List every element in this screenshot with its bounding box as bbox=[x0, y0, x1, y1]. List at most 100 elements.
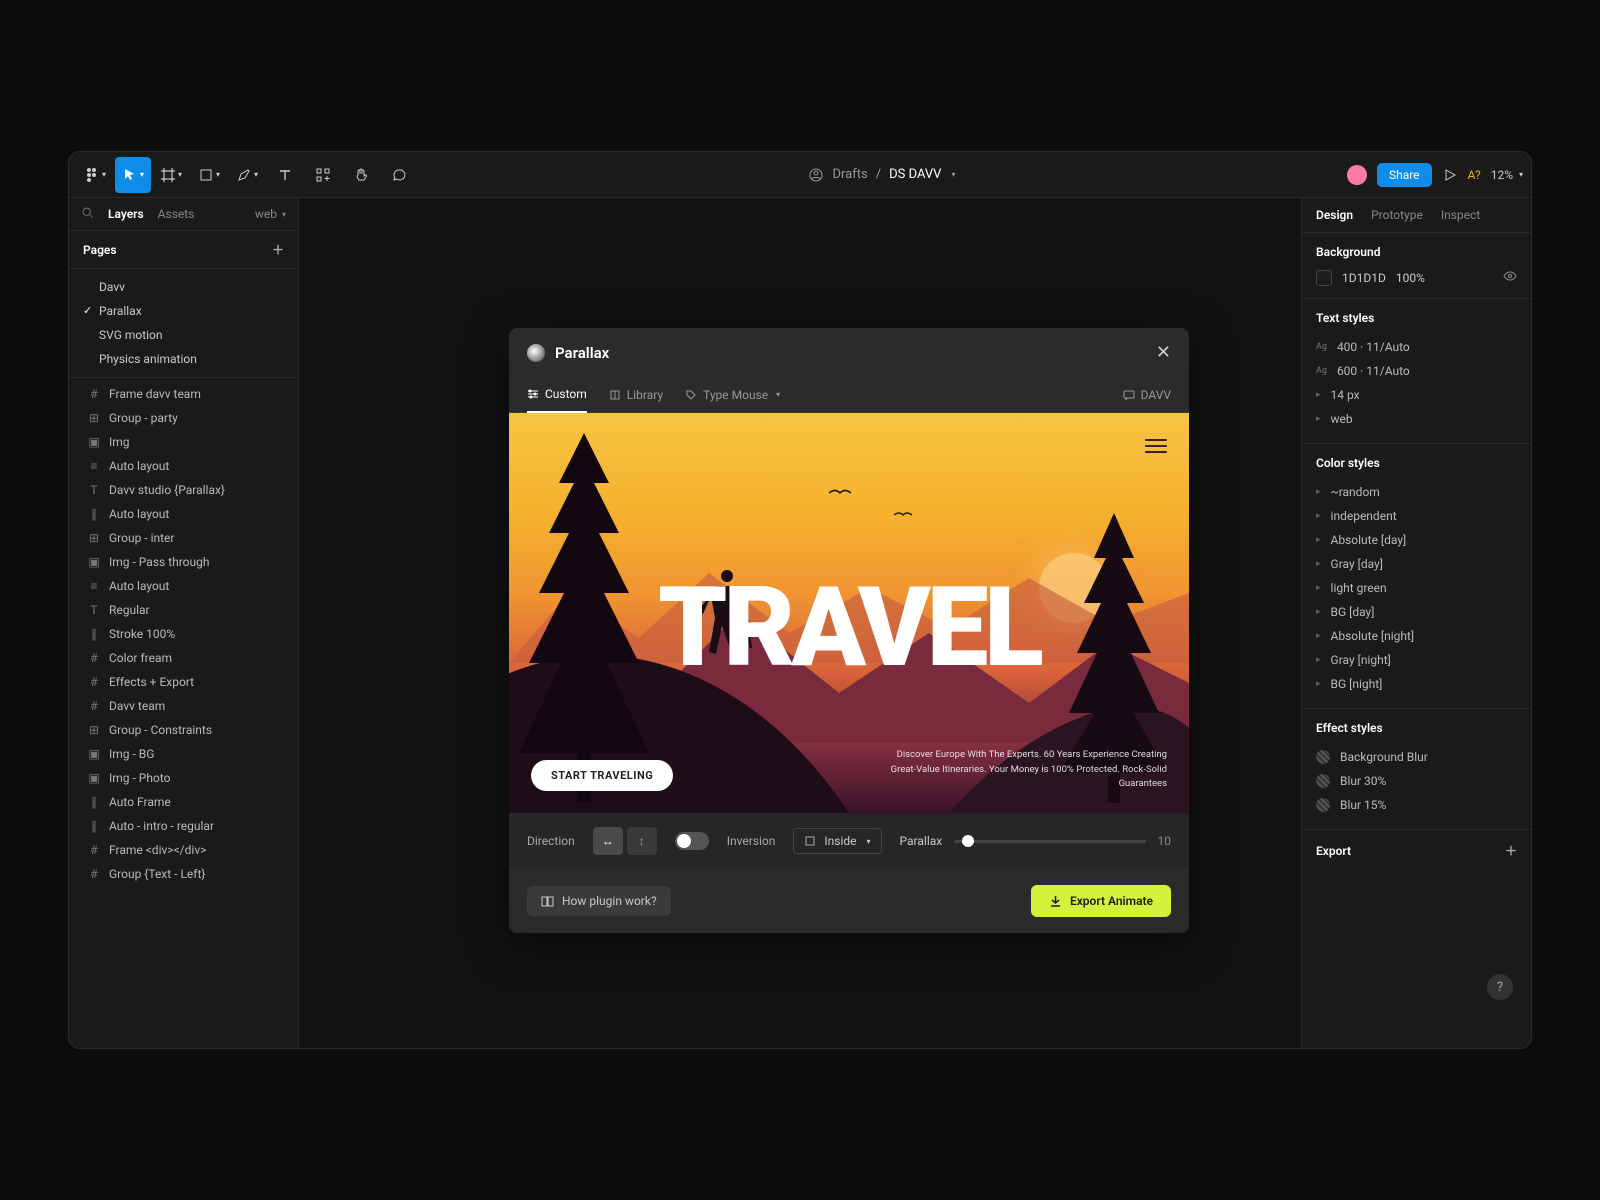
color-style-item[interactable]: ▸ Absolute [night] bbox=[1316, 624, 1517, 648]
color-style-item[interactable]: ▸Gray [night] bbox=[1316, 648, 1517, 672]
layer-item[interactable]: ⊞Group - Constraints bbox=[69, 718, 298, 742]
direction-horizontal-button[interactable]: ↔ bbox=[593, 827, 623, 855]
page-item[interactable]: Parallax bbox=[69, 299, 298, 323]
canvas[interactable]: Parallax ✕ Custom Library Type bbox=[299, 198, 1301, 1048]
frame-tool-button[interactable]: ▾ bbox=[153, 157, 189, 193]
tab-inspect[interactable]: Inspect bbox=[1441, 208, 1480, 222]
direction-vertical-button[interactable]: ↕ bbox=[627, 827, 657, 855]
tab-layers[interactable]: Layers bbox=[108, 207, 144, 221]
page-item[interactable]: Physics animation bbox=[69, 347, 298, 371]
layer-item[interactable]: ▣Img - Pass through bbox=[69, 550, 298, 574]
layer-item[interactable]: TDavv studio {Parallax} bbox=[69, 478, 298, 502]
layer-item[interactable]: TRegular bbox=[69, 598, 298, 622]
layer-item[interactable]: ≡Auto layout bbox=[69, 574, 298, 598]
parallax-slider[interactable] bbox=[954, 840, 1145, 843]
layer-item[interactable]: #Davv team bbox=[69, 694, 298, 718]
visibility-toggle[interactable] bbox=[1503, 269, 1517, 286]
layer-item[interactable]: #Frame <div></div> bbox=[69, 838, 298, 862]
layer-item[interactable]: #Group {Text - Left} bbox=[69, 862, 298, 886]
layer-item[interactable]: #Frame davv team bbox=[69, 382, 298, 406]
chevron-right-icon: ▸ bbox=[1316, 631, 1321, 641]
text-style-item[interactable]: Ag400 · 11/Auto bbox=[1316, 335, 1517, 359]
add-page-button[interactable]: ＋ bbox=[272, 241, 284, 258]
layer-label: Group - inter bbox=[109, 531, 175, 545]
layer-type-icon: ∥ bbox=[87, 795, 101, 809]
tab-prototype[interactable]: Prototype bbox=[1371, 208, 1423, 222]
color-style-item[interactable]: ▸BG [night] bbox=[1316, 672, 1517, 696]
page-item[interactable]: Davv bbox=[69, 275, 298, 299]
hand-tool-button[interactable] bbox=[343, 157, 379, 193]
layer-item[interactable]: ∥Auto Frame bbox=[69, 790, 298, 814]
bg-hex-value[interactable]: 1D1D1D bbox=[1342, 271, 1386, 285]
play-icon bbox=[1442, 167, 1458, 183]
tab-library[interactable]: Library bbox=[609, 378, 663, 412]
effect-icon bbox=[1316, 774, 1330, 788]
effect-style-item[interactable]: Blur 30% bbox=[1316, 769, 1517, 793]
style-label: Blur 30% bbox=[1340, 774, 1386, 788]
style-label: ~random bbox=[1331, 485, 1380, 499]
text-style-item[interactable]: Ag600 · 11/Auto bbox=[1316, 359, 1517, 383]
layer-item[interactable]: #Effects + Export bbox=[69, 670, 298, 694]
tab-type[interactable]: Type Mouse ▾ bbox=[685, 378, 780, 412]
breadcrumb[interactable]: Drafts / DS DAVV ▾ bbox=[417, 167, 1347, 183]
tab-assets[interactable]: Assets bbox=[158, 207, 195, 221]
slider-thumb[interactable] bbox=[962, 835, 974, 847]
shape-tool-button[interactable]: ▾ bbox=[191, 157, 227, 193]
close-button[interactable]: ✕ bbox=[1156, 342, 1171, 363]
color-style-item[interactable]: ▸independent bbox=[1316, 504, 1517, 528]
export-animate-button[interactable]: Export Animate bbox=[1031, 885, 1171, 917]
help-fab[interactable]: ? bbox=[1487, 974, 1513, 1000]
layer-item[interactable]: ∥Stroke 100% bbox=[69, 622, 298, 646]
user-circle-icon bbox=[808, 167, 824, 183]
effect-style-item[interactable]: Blur 15% bbox=[1316, 793, 1517, 817]
zoom-control[interactable]: 12% ▾ bbox=[1491, 168, 1523, 182]
page-item[interactable]: SVG motion bbox=[69, 323, 298, 347]
tab-custom[interactable]: Custom bbox=[527, 377, 587, 413]
inversion-toggle[interactable] bbox=[675, 832, 709, 850]
color-swatch[interactable] bbox=[1316, 270, 1332, 286]
layer-item[interactable]: #Color fream bbox=[69, 646, 298, 670]
layer-item[interactable]: ⊞Group - inter bbox=[69, 526, 298, 550]
layer-item[interactable]: ▣Img - BG bbox=[69, 742, 298, 766]
layer-type-icon: T bbox=[87, 603, 101, 617]
cta-button[interactable]: START TRAVELING bbox=[531, 760, 673, 791]
layer-item[interactable]: ∥Auto layout bbox=[69, 502, 298, 526]
hamburger-menu-button[interactable] bbox=[1145, 439, 1167, 453]
layer-item[interactable]: ⊞Group - party bbox=[69, 406, 298, 430]
comment-tool-button[interactable] bbox=[381, 157, 417, 193]
color-style-item[interactable]: ▸~random bbox=[1316, 480, 1517, 504]
bg-opacity-value[interactable]: 100% bbox=[1396, 271, 1425, 285]
layer-item[interactable]: ∥Auto - intro - regular bbox=[69, 814, 298, 838]
move-tool-button[interactable]: ▾ bbox=[115, 157, 151, 193]
help-button[interactable]: How plugin work? bbox=[527, 886, 671, 916]
clip-select[interactable]: Inside ▾ bbox=[793, 828, 881, 854]
parallax-label: Parallax bbox=[900, 834, 943, 848]
search-icon[interactable] bbox=[81, 206, 94, 222]
tab-design[interactable]: Design bbox=[1316, 208, 1353, 222]
add-export-button[interactable]: ＋ bbox=[1505, 842, 1517, 859]
resources-button[interactable] bbox=[305, 157, 341, 193]
color-style-item[interactable]: ▸light green bbox=[1316, 576, 1517, 600]
color-style-item[interactable]: ▸Gray [day] bbox=[1316, 552, 1517, 576]
pen-tool-button[interactable]: ▾ bbox=[229, 157, 265, 193]
left-panel-tabs: Layers Assets web▾ bbox=[69, 198, 298, 231]
user-avatar[interactable] bbox=[1347, 165, 1367, 185]
present-button[interactable] bbox=[1442, 157, 1458, 193]
missing-fonts-indicator[interactable]: A? bbox=[1468, 168, 1481, 182]
text-style-item[interactable]: ▸web bbox=[1316, 407, 1517, 431]
effect-style-item[interactable]: Background Blur bbox=[1316, 745, 1517, 769]
text-tool-button[interactable] bbox=[267, 157, 303, 193]
page-selector[interactable]: web▾ bbox=[255, 207, 286, 221]
color-style-item[interactable]: ▸Absolute [day] bbox=[1316, 528, 1517, 552]
layer-item[interactable]: ▣Img bbox=[69, 430, 298, 454]
layer-item[interactable]: ≡Auto layout bbox=[69, 454, 298, 478]
color-style-item[interactable]: ▸BG [day] bbox=[1316, 600, 1517, 624]
style-label: Absolute [night] bbox=[1331, 629, 1415, 643]
tab-davv[interactable]: DAVV bbox=[1123, 378, 1171, 412]
share-button[interactable]: Share bbox=[1377, 163, 1432, 187]
text-style-item[interactable]: ▸14 px bbox=[1316, 383, 1517, 407]
figma-menu-button[interactable]: ▾ bbox=[77, 157, 113, 193]
layer-item[interactable]: ▣Img - Photo bbox=[69, 766, 298, 790]
plugin-tabs: Custom Library Type Mouse ▾ DAVV bbox=[509, 377, 1189, 413]
right-panel: Design Prototype Inspect Background 1D1D… bbox=[1301, 198, 1531, 1048]
